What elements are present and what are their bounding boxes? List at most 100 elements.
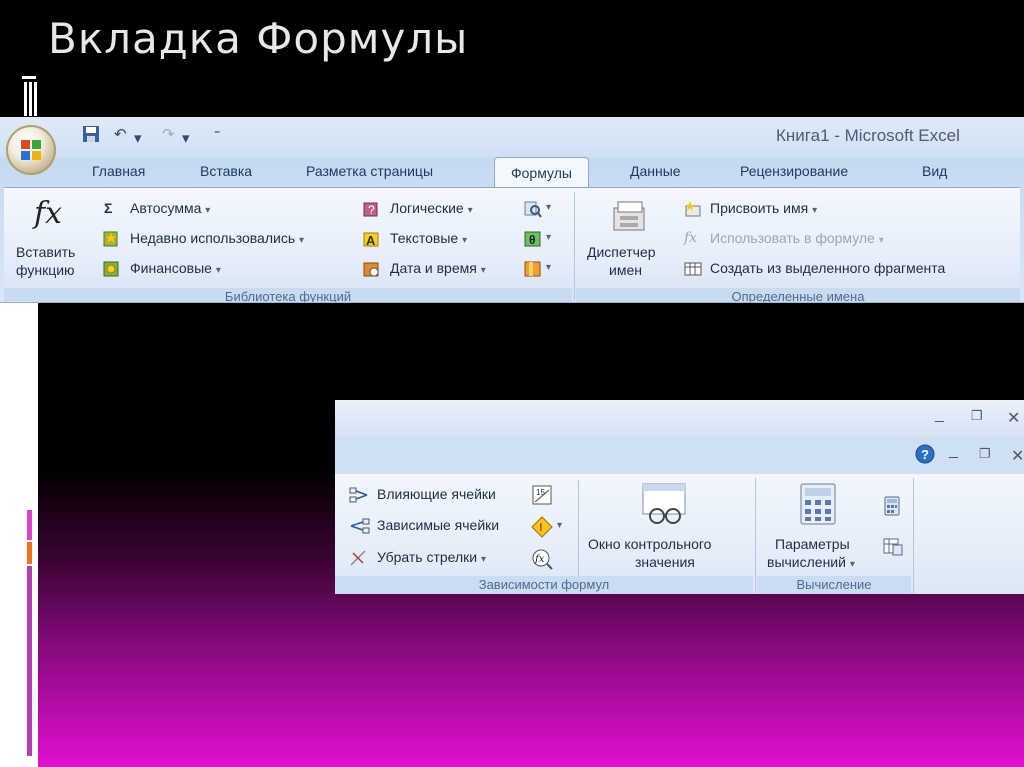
tab-formulas[interactable]: Формулы [494,157,589,188]
slide-title: Вкладка Формулы [48,14,469,63]
remove-arrows-dropdown-icon: ▾ [481,554,487,565]
group-separator [574,192,575,300]
help-icon[interactable]: ? [915,444,935,469]
insert-function-label-line1[interactable]: Вставить [16,244,75,260]
use-in-formula-icon: fx [684,230,698,246]
error-checking-dropdown-icon[interactable]: ▾ [557,520,562,531]
date-time-button[interactable]: Дата и время ▾ [390,260,486,276]
tab-page-layout[interactable]: Разметка страницы [306,163,433,179]
create-from-selection-icon [684,260,702,278]
text-functions-button[interactable]: Текстовые ▾ [390,230,467,246]
undo-dropdown-icon[interactable]: ▾ [134,129,142,147]
group-separator-2a [578,480,579,586]
logical-icon: ? [362,200,380,218]
workbook-minimize-icon[interactable]: _ [949,442,958,460]
recently-used-button[interactable]: Недавно использовались ▾ [130,230,304,246]
group-separator-2c [913,478,914,594]
name-manager-icon[interactable] [608,198,652,238]
more-functions-icon[interactable] [524,260,542,278]
trace-dependents-button[interactable]: Зависимые ячейки [377,517,499,533]
decor-stripes [22,76,40,116]
lookup-dropdown-icon[interactable]: ▾ [546,202,551,213]
text-functions-icon: A [362,230,380,248]
decor-bar-purple [27,566,32,756]
group-separator-2b [755,478,756,594]
ribbon-panel: fx Вставить функцию Σ Автосумма ▾ Недавн… [4,187,1020,302]
restore-icon[interactable]: ❐ [971,408,983,424]
group-label-calculation: Вычисление [757,576,911,594]
tab-review[interactable]: Рецензирование [740,163,848,179]
logical-button[interactable]: Логические ▾ [390,200,473,216]
undo-icon[interactable]: ↶ [114,125,127,143]
svg-text:θ: θ [529,233,536,247]
evaluate-formula-icon[interactable]: fx [531,548,553,570]
logical-dropdown-icon: ▾ [467,205,473,216]
define-name-button[interactable]: Присвоить имя ▾ [710,200,817,216]
minimize-icon[interactable]: _ [935,406,944,424]
decor-bar-pink [27,510,32,540]
trace-precedents-button[interactable]: Влияющие ячейки [377,486,496,502]
calculation-options-icon[interactable] [798,482,838,526]
insert-function-label-line2[interactable]: функцию [16,262,75,278]
text-functions-dropdown-icon: ▾ [462,235,468,246]
financial-button[interactable]: Финансовые ▾ [130,260,221,276]
math-trig-dropdown-icon[interactable]: ▾ [546,232,551,243]
sigma-icon: Σ [104,200,113,216]
watch-window-label-line1[interactable]: Окно контрольного [588,536,711,552]
redo-dropdown-icon[interactable]: ▾ [182,129,190,147]
autosum-label: Автосумма [130,200,202,216]
use-in-formula-dropdown-icon: ▾ [878,235,884,246]
watch-window-label-line2[interactable]: значения [635,554,695,570]
svg-text:15: 15 [536,488,545,497]
ribbon-tabs: Главная Вставка Разметка страницы Формул… [0,157,1024,188]
slide-background [0,0,1024,767]
define-name-dropdown-icon: ▾ [812,205,818,216]
lookup-reference-icon[interactable] [524,200,542,218]
quick-access-toolbar: ↶ ▾ ↷ ▾ ⁼ [78,123,228,147]
text-functions-label: Текстовые [390,230,459,246]
name-manager-label-line1[interactable]: Диспетчер [587,244,655,260]
remove-arrows-label: Убрать стрелки [377,549,478,565]
calculation-options-dropdown-icon: ▾ [849,559,855,570]
recently-used-icon [102,230,120,248]
excel-ribbon-formulas: ↶ ▾ ↷ ▾ ⁼ Книга1 - Microsoft Excel Главн… [0,117,1024,303]
financial-icon [102,260,120,278]
watch-window-icon[interactable] [639,482,691,526]
calculation-options-button[interactable]: вычислений ▾ [767,554,855,570]
excel-ribbon-formulas-continued: _ ❐ ✕ ? _ ❐ ✕ Влияющие ячейки Зависимые … [335,400,1024,594]
decor-bar-orange [27,542,32,564]
use-in-formula-button[interactable]: Использовать в формуле ▾ [710,230,884,246]
fx-icon[interactable]: fx [34,196,62,231]
tab-data[interactable]: Данные [630,163,681,179]
save-icon[interactable] [82,125,100,147]
create-from-selection-button[interactable]: Создать из выделенного фрагмента [710,260,945,276]
svg-text:A: A [366,233,376,248]
trace-precedents-icon [349,486,368,504]
workbook-close-icon[interactable]: ✕ [1011,446,1024,466]
svg-text:?: ? [921,447,929,462]
left-white-strip [0,300,38,767]
tab-home[interactable]: Главная [92,163,145,179]
customize-qat-icon[interactable]: ⁼ [214,127,220,141]
define-name-icon [684,200,702,218]
date-time-dropdown-icon: ▾ [480,265,486,276]
name-manager-label-line2[interactable]: имен [609,262,642,278]
autosum-button[interactable]: Автосумма ▾ [130,200,210,216]
recently-used-dropdown-icon: ▾ [299,235,305,246]
calculate-now-icon[interactable] [883,496,901,516]
math-trig-icon[interactable]: θ [524,230,542,248]
svg-text:!: ! [539,522,543,534]
redo-icon[interactable]: ↷ [162,125,175,143]
error-checking-icon[interactable]: ! [531,516,553,538]
financial-dropdown-icon: ▾ [215,265,221,276]
workbook-restore-icon[interactable]: ❐ [979,446,991,462]
calculate-sheet-icon[interactable] [883,536,903,556]
tab-insert[interactable]: Вставка [200,163,252,179]
date-time-icon [362,260,380,278]
calculation-options-label-line1[interactable]: Параметры [775,536,850,552]
tab-view[interactable]: Вид [922,163,947,179]
remove-arrows-button[interactable]: Убрать стрелки ▾ [377,549,486,565]
more-functions-dropdown-icon[interactable]: ▾ [546,262,551,273]
close-icon[interactable]: ✕ [1007,408,1020,428]
show-formulas-icon[interactable]: 15 [531,484,553,506]
